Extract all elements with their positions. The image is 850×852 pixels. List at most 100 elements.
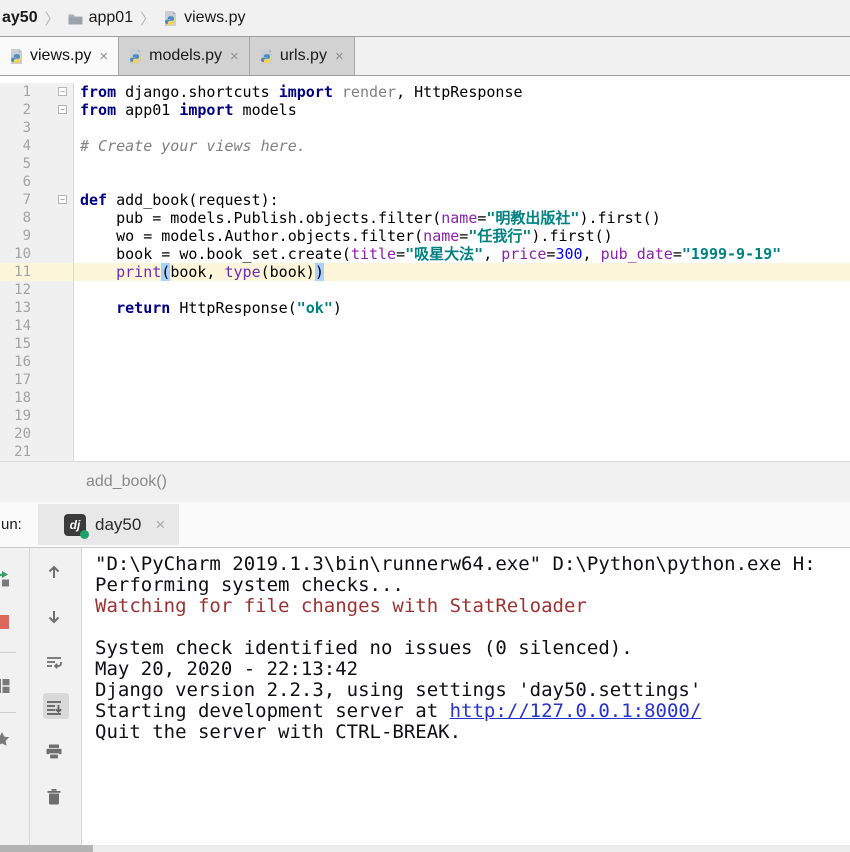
code-text: [74, 371, 850, 389]
tab-close-icon[interactable]: ×: [230, 48, 239, 65]
tab-views-py[interactable]: views.py×: [0, 37, 119, 75]
code-text: [74, 119, 850, 137]
breadcrumb-item-ay50[interactable]: ay50: [2, 9, 38, 27]
tab-urls-py[interactable]: urls.py ×: [250, 37, 355, 75]
code-line-6[interactable]: 6: [0, 173, 850, 191]
chevron-right-icon: 〉: [45, 8, 60, 29]
code-line-19[interactable]: 19: [0, 407, 850, 425]
close-icon[interactable]: ×: [155, 515, 165, 535]
line-number: 6: [0, 173, 74, 191]
code-text: [74, 353, 850, 371]
tab-label: models.py: [149, 47, 222, 65]
tab-close-icon[interactable]: ×: [99, 48, 108, 65]
server-url-link[interactable]: http://127.0.0.1:8000/: [450, 700, 702, 722]
console-text: Watching for file changes with StatReloa…: [95, 595, 587, 617]
printer-icon: [45, 743, 62, 760]
breadcrumb-label: views.py: [184, 9, 245, 27]
stop-button[interactable]: [0, 608, 17, 634]
code-line-4[interactable]: 4# Create your views here.: [0, 137, 850, 155]
tab-models-py[interactable]: models.py ×: [119, 37, 250, 75]
pycharm-window: ay50〉app01〉views.py views.py×models.py×u…: [0, 0, 850, 852]
code-text: from django.shortcuts import render, Htt…: [74, 83, 850, 101]
code-line-3[interactable]: 3: [0, 119, 850, 137]
clear-all-button[interactable]: [43, 783, 69, 809]
scroll-to-end-button[interactable]: [43, 693, 69, 719]
line-number: 10: [0, 245, 74, 263]
code-line-11[interactable]: 11 print(book, type(book)): [0, 263, 850, 281]
scrollbar-thumb[interactable]: [0, 845, 93, 852]
code-text: [74, 425, 850, 443]
running-indicator-dot: [80, 530, 89, 539]
breadcrumb-label: ay50: [2, 9, 38, 27]
code-line-10[interactable]: 10 book = wo.book_set.create(title="吸星大法…: [0, 245, 850, 263]
down-stack-trace-button[interactable]: [43, 603, 69, 629]
run-tab-day50[interactable]: dj day50 ×: [38, 504, 179, 545]
code-line-16[interactable]: 16: [0, 353, 850, 371]
breadcrumb-item-views-py[interactable]: views.py: [162, 9, 245, 27]
code-line-18[interactable]: 18: [0, 389, 850, 407]
layout-icon: [0, 677, 10, 694]
fold-icon[interactable]: −: [58, 87, 67, 96]
restore-layout-button[interactable]: [0, 672, 17, 698]
line-number: 8: [0, 209, 74, 227]
scroll-to-end-icon: [45, 698, 62, 715]
tab-close-icon[interactable]: ×: [335, 48, 344, 65]
line-number: 4: [0, 137, 74, 155]
code-text: # Create your views here.: [74, 137, 850, 155]
code-text: [74, 155, 850, 173]
code-line-17[interactable]: 17: [0, 371, 850, 389]
code-text: from app01 import models: [74, 101, 850, 119]
code-line-14[interactable]: 14: [0, 317, 850, 335]
code-line-2[interactable]: 2−from app01 import models: [0, 101, 850, 119]
pin-tab-button[interactable]: [0, 726, 17, 752]
console-line: "D:\PyCharm 2019.1.3\bin\runnerw64.exe" …: [95, 554, 850, 575]
console-line: May 20, 2020 - 22:13:42: [95, 659, 850, 680]
console-text: May 20, 2020 - 22:13:42: [95, 658, 358, 680]
code-text: [74, 389, 850, 407]
pin-icon: [0, 731, 10, 748]
code-line-5[interactable]: 5: [0, 155, 850, 173]
code-line-7[interactable]: 7−def add_book(request):: [0, 191, 850, 209]
line-number: 1−: [0, 83, 74, 101]
console-line: Starting development server at http://12…: [95, 701, 850, 722]
horizontal-scrollbar[interactable]: [0, 845, 850, 852]
line-number: 19: [0, 407, 74, 425]
line-number: 9: [0, 227, 74, 245]
console-text: Performing system checks...: [95, 574, 404, 596]
code-line-12[interactable]: 12: [0, 281, 850, 299]
console-line: System check identified no issues (0 sil…: [95, 638, 850, 659]
code-line-21[interactable]: 21: [0, 443, 850, 461]
code-text: wo = models.Author.objects.filter(name="…: [74, 227, 850, 245]
code-line-20[interactable]: 20: [0, 425, 850, 443]
code-line-9[interactable]: 9 wo = models.Author.objects.filter(name…: [0, 227, 850, 245]
fold-icon[interactable]: −: [58, 105, 67, 114]
line-number: 12: [0, 281, 74, 299]
console-text: "D:\PyCharm 2019.1.3\bin\runnerw64.exe" …: [95, 553, 816, 575]
console-text: System check identified no issues (0 sil…: [95, 637, 633, 659]
breadcrumb: ay50〉app01〉views.py: [0, 0, 850, 36]
fold-icon[interactable]: −: [58, 195, 67, 204]
line-number: 17: [0, 371, 74, 389]
breadcrumb-item-app01[interactable]: app01: [67, 9, 134, 27]
console-output[interactable]: "D:\PyCharm 2019.1.3\bin\runnerw64.exe" …: [82, 548, 850, 845]
code-line-13[interactable]: 13 return HttpResponse("ok"): [0, 299, 850, 317]
code-text: print(book, type(book)): [74, 263, 850, 281]
console-line: Watching for file changes with StatReloa…: [95, 596, 850, 617]
code-text: pub = models.Publish.objects.filter(name…: [74, 209, 850, 227]
line-number: 15: [0, 335, 74, 353]
rerun-button[interactable]: [0, 565, 17, 591]
code-line-15[interactable]: 15: [0, 335, 850, 353]
tab-label: urls.py: [280, 47, 327, 65]
soft-wrap-button[interactable]: [43, 648, 69, 674]
print-button[interactable]: [43, 738, 69, 764]
line-number: 5: [0, 155, 74, 173]
django-icon: dj: [64, 514, 86, 536]
editor-pane[interactable]: 1−from django.shortcuts import render, H…: [0, 76, 850, 461]
code-line-1[interactable]: 1−from django.shortcuts import render, H…: [0, 83, 850, 101]
console-text: Django version 2.2.3, using settings 'da…: [95, 679, 701, 701]
up-stack-trace-button[interactable]: [43, 558, 69, 584]
run-tab-label: day50: [95, 515, 141, 535]
code-line-8[interactable]: 8 pub = models.Publish.objects.filter(na…: [0, 209, 850, 227]
console-text: Quit the server with CTRL-BREAK.: [95, 721, 461, 743]
console-line: Django version 2.2.3, using settings 'da…: [95, 680, 850, 701]
